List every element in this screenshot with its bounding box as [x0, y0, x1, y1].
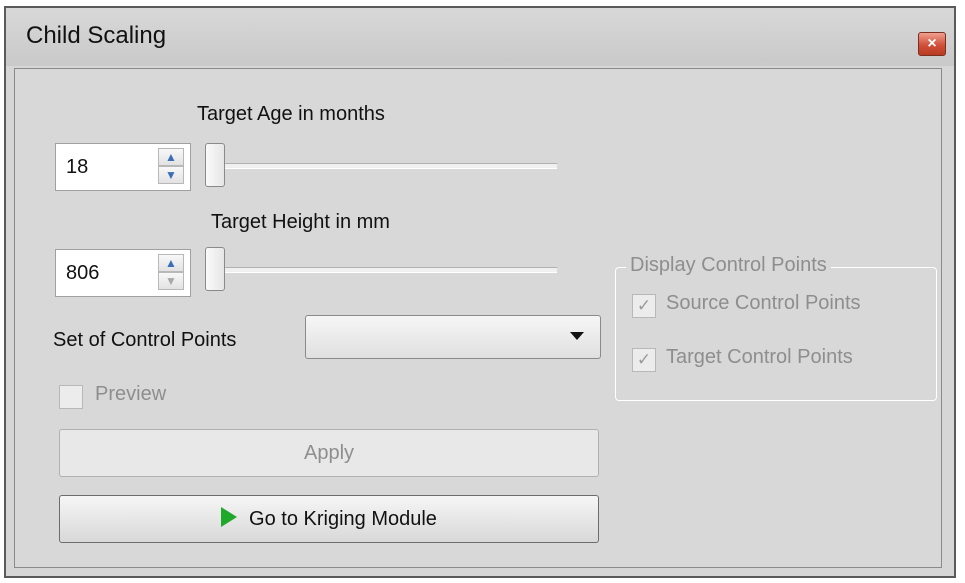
spin-arrows: ▲ ▼ — [158, 254, 184, 292]
checkmark-icon: ✓ — [636, 350, 652, 369]
target-height-label: Target Height in mm — [211, 211, 390, 233]
target-age-spinbox[interactable]: 18 ▲ ▼ — [55, 143, 191, 191]
target-height-value: 806 — [66, 262, 100, 284]
target-age-label: Target Age in months — [197, 103, 385, 125]
target-height-slider-handle[interactable] — [205, 247, 225, 291]
source-control-points-label: Source Control Points — [666, 292, 861, 314]
target-age-value: 18 — [66, 156, 89, 178]
target-height-spinbox[interactable]: 806 ▲ ▼ — [55, 249, 191, 297]
preview-checkbox[interactable] — [59, 385, 83, 409]
close-icon: × — [927, 35, 937, 52]
go-to-kriging-button[interactable]: Go to Kriging Module — [59, 495, 599, 543]
spin-down-icon[interactable]: ▼ — [158, 272, 184, 290]
spin-arrows: ▲ ▼ — [158, 148, 184, 186]
checkmark-icon: ✓ — [636, 296, 652, 315]
target-age-slider-track[interactable] — [207, 163, 557, 169]
chevron-down-icon — [570, 332, 584, 340]
dialog-content: Target Age in months 18 ▲ ▼ Target Heigh… — [14, 68, 942, 568]
play-icon — [221, 507, 238, 527]
display-control-points-title: Display Control Points — [626, 254, 831, 277]
target-control-points-label: Target Control Points — [666, 346, 853, 368]
control-points-dropdown[interactable] — [305, 315, 601, 359]
apply-button[interactable]: Apply — [59, 429, 599, 477]
spin-up-icon[interactable]: ▲ — [158, 254, 184, 272]
spin-up-icon[interactable]: ▲ — [158, 148, 184, 166]
source-control-points-checkbox[interactable]: ✓ — [632, 294, 656, 318]
preview-label: Preview — [95, 383, 167, 405]
window-title: Child Scaling — [26, 22, 167, 49]
child-scaling-dialog: Child Scaling × Target Age in months 18 … — [4, 6, 956, 578]
target-age-slider-handle[interactable] — [205, 143, 225, 187]
spin-down-icon[interactable]: ▼ — [158, 166, 184, 184]
display-control-points-group: Display Control Points ✓ Source Control … — [615, 254, 937, 401]
close-button[interactable]: × — [918, 32, 946, 56]
target-height-slider-track[interactable] — [207, 267, 557, 273]
control-points-label: Set of Control Points — [53, 329, 237, 351]
go-to-kriging-label: Go to Kriging Module — [249, 508, 437, 530]
target-control-points-checkbox[interactable]: ✓ — [632, 348, 656, 372]
title-bar[interactable]: Child Scaling × — [6, 8, 954, 66]
